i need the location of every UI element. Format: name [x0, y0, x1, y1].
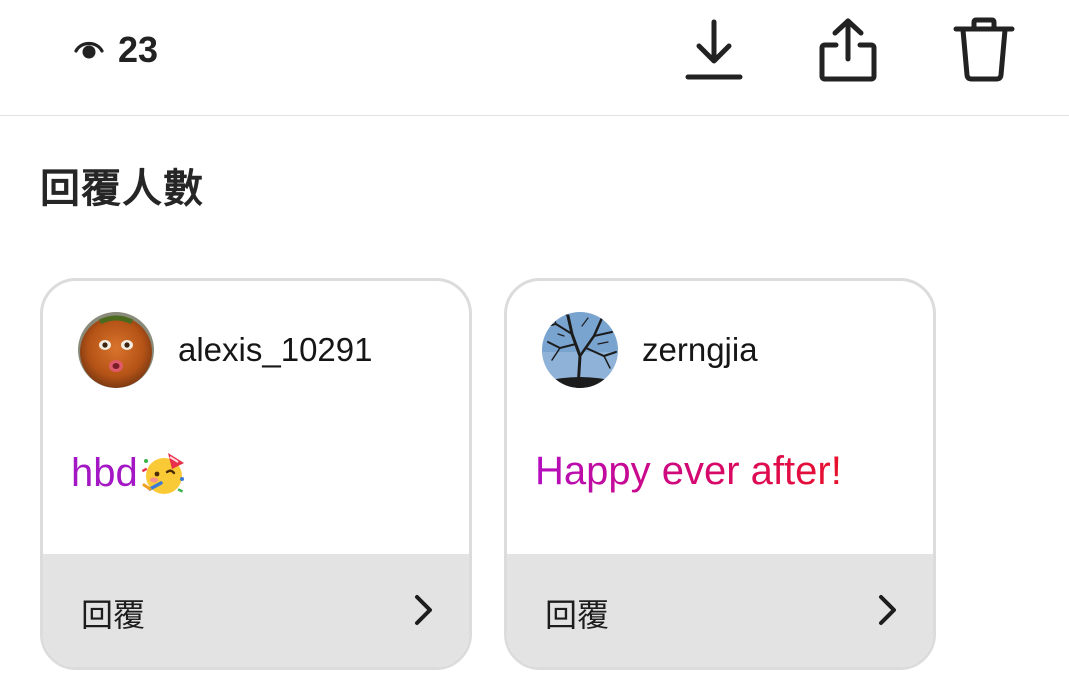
- section-title: 回覆人數: [40, 166, 204, 212]
- chevron-right-icon: [879, 595, 896, 625]
- chevron-right-icon: [415, 595, 432, 625]
- username[interactable]: zerngjia: [642, 331, 758, 369]
- share-icon: [819, 18, 877, 82]
- view-count: 23: [118, 29, 159, 70]
- delete-button[interactable]: [952, 16, 1016, 84]
- reply-card-header: alexis_10291: [78, 311, 373, 389]
- reply-message: Happy ever after!: [535, 449, 842, 494]
- reply-message-text: hbd: [71, 450, 138, 495]
- top-toolbar: 23: [0, 0, 1069, 116]
- view-count-indicator: 23: [74, 28, 158, 72]
- reply-button[interactable]: 回覆: [507, 554, 933, 667]
- download-button[interactable]: [682, 16, 746, 84]
- reply-message-text: Happy ever after!: [535, 449, 842, 493]
- avatar[interactable]: [78, 312, 154, 388]
- reply-button-label: 回覆: [81, 596, 146, 634]
- download-icon: [685, 19, 743, 80]
- trash-icon: [953, 17, 1015, 82]
- reply-button-label: 回覆: [545, 596, 610, 634]
- reply-message: hbd: [71, 449, 188, 497]
- reply-button[interactable]: 回覆: [43, 554, 469, 667]
- reply-card: alexis_10291 hbd 回覆: [40, 278, 472, 670]
- partying-face-emoji-icon: [141, 453, 184, 494]
- avatar[interactable]: [542, 312, 618, 388]
- reply-card: zerngjia Happy ever after! 回覆: [504, 278, 936, 670]
- reply-card-header: zerngjia: [542, 311, 758, 389]
- share-button[interactable]: [816, 16, 880, 84]
- eye-icon: [74, 41, 104, 59]
- username[interactable]: alexis_10291: [178, 331, 373, 369]
